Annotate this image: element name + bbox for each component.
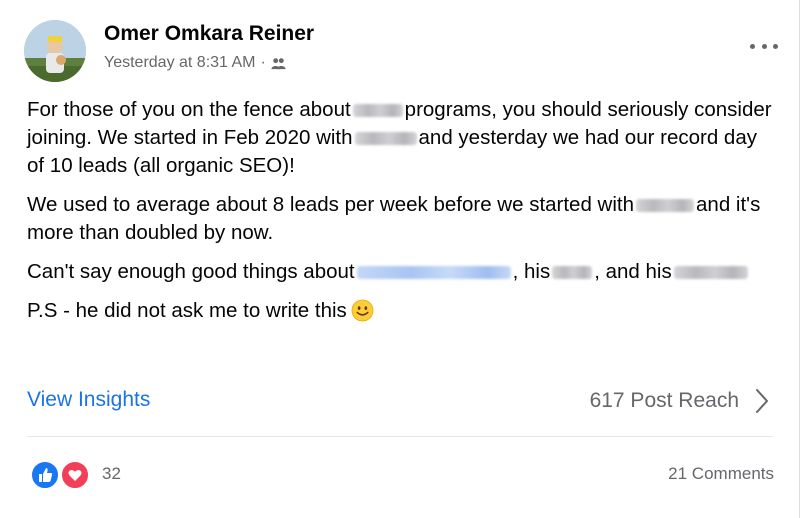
insights-row: View Insights 617 Post Reach xyxy=(27,388,773,418)
post-paragraph: P.S - he did not ask me to write this xyxy=(27,297,777,325)
reaction-count[interactable]: 32 xyxy=(102,464,121,484)
redacted-word xyxy=(673,266,748,280)
post-paragraph: We used to average about 8 leads per wee… xyxy=(27,193,761,244)
redacted-word xyxy=(552,266,593,280)
love-reaction-icon xyxy=(60,460,90,490)
reactions-row: 32 21 Comments xyxy=(30,458,774,490)
redacted-name xyxy=(352,104,403,118)
like-reaction-icon xyxy=(30,460,60,490)
post-meta: Yesterday at 8:31 AM · xyxy=(104,54,286,72)
redacted-mention-link[interactable] xyxy=(356,266,511,280)
post-header: Omer Omkara Reiner Yesterday at 8:31 AM … xyxy=(24,14,784,82)
meta-separator: · xyxy=(260,54,266,71)
reaction-icons[interactable] xyxy=(30,458,90,490)
comments-count-link[interactable]: 21 Comments xyxy=(668,464,774,484)
chevron-right-icon xyxy=(756,389,768,413)
author-name[interactable]: Omer Omkara Reiner xyxy=(104,22,314,46)
divider xyxy=(27,436,773,437)
friends-icon[interactable] xyxy=(271,56,286,71)
post-card: Omer Omkara Reiner Yesterday at 8:31 AM … xyxy=(0,0,800,518)
view-insights-link[interactable]: View Insights xyxy=(27,388,150,412)
post-reach-link[interactable]: 617 Post Reach xyxy=(590,388,769,414)
redacted-name xyxy=(354,132,417,146)
post-timestamp[interactable]: Yesterday at 8:31 AM xyxy=(104,54,256,72)
author-avatar[interactable] xyxy=(24,20,86,82)
more-horizontal-icon[interactable] xyxy=(750,40,778,52)
post-paragraph: Can't say enough good things about, his,… xyxy=(27,258,777,286)
post-paragraph: For those of you on the fence about progr… xyxy=(27,98,772,177)
slightly-smiling-face-icon xyxy=(351,299,374,322)
post-reach-label: 617 Post Reach xyxy=(589,389,739,412)
redacted-name xyxy=(636,199,695,213)
post-body: For those of you on the fence about progr… xyxy=(27,96,777,336)
